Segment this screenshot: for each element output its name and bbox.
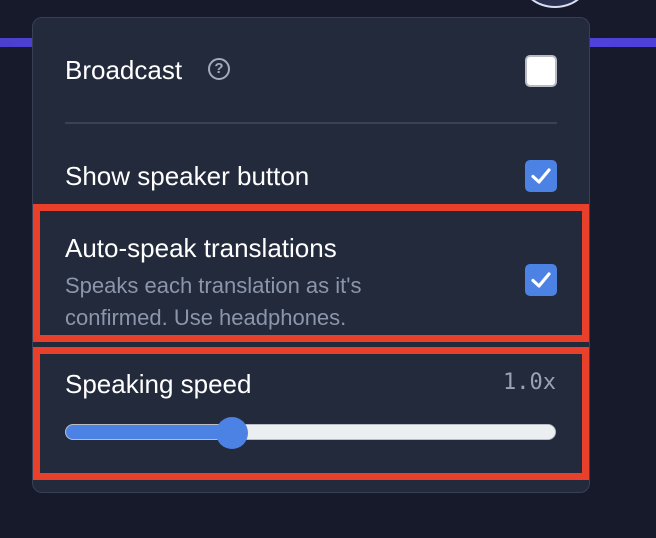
divider <box>65 122 557 124</box>
broadcast-label: Broadcast <box>65 55 183 85</box>
checkmark-icon <box>531 168 551 184</box>
help-icon[interactable]: ? <box>208 58 230 80</box>
show-speaker-checkbox[interactable] <box>525 160 557 192</box>
avatar[interactable] <box>522 0 588 8</box>
highlight-box-speaking-speed <box>33 347 589 480</box>
broadcast-checkbox[interactable] <box>525 55 557 87</box>
show-speaker-label: Show speaker button <box>65 161 310 191</box>
highlight-box-auto-speak <box>33 204 589 342</box>
